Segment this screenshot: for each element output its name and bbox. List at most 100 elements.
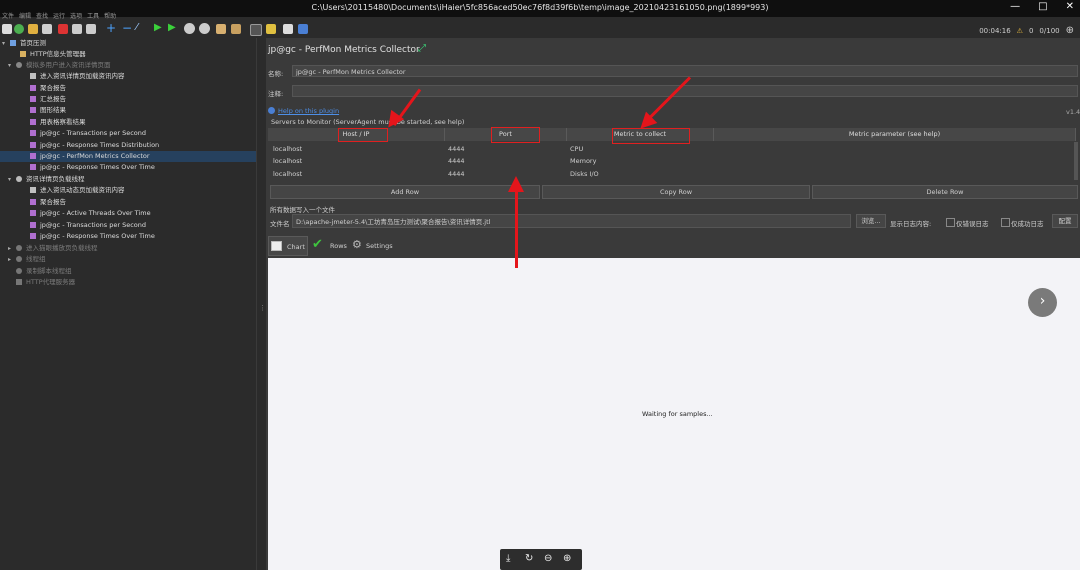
cell-port[interactable]: 4444 bbox=[445, 168, 465, 180]
panel-title: jp@gc - PerfMon Metrics Collector bbox=[268, 45, 420, 55]
tree-node[interactable]: 聚合报告 bbox=[30, 197, 66, 208]
tree-node[interactable]: ▸ 进入猫眼播放页负载线程 bbox=[8, 243, 98, 254]
tree-node[interactable]: HTTP信息头管理器 bbox=[20, 49, 86, 60]
splitter-grip-icon[interactable]: ⋮ bbox=[259, 304, 266, 312]
templates-icon[interactable] bbox=[14, 24, 24, 34]
add-row-button[interactable]: Add Row bbox=[270, 185, 540, 199]
comment-label: 注释: bbox=[268, 90, 284, 98]
delete-row-button[interactable]: Delete Row bbox=[812, 185, 1078, 199]
paste-icon[interactable] bbox=[86, 24, 96, 34]
tab-chart[interactable]: Chart bbox=[268, 236, 308, 256]
clear-icon[interactable] bbox=[216, 24, 226, 34]
viewer-toolbar: ⤓ ↻ ⊖ ⊕ bbox=[500, 549, 582, 570]
file-label: 文件名 bbox=[270, 220, 290, 228]
tree-node[interactable]: ▾ 模拟多用户进入资讯详情页面 bbox=[8, 60, 111, 71]
table-scrollbar[interactable] bbox=[1074, 142, 1078, 180]
copy-row-button[interactable]: Copy Row bbox=[542, 185, 810, 199]
column-header[interactable]: Metric parameter (see help) bbox=[714, 128, 1076, 141]
clear-all-icon[interactable] bbox=[231, 24, 241, 34]
close-icon[interactable]: ✕ bbox=[1066, 1, 1074, 12]
chart-icon bbox=[30, 233, 36, 239]
tree-node[interactable]: 图形结果 bbox=[30, 105, 66, 116]
tab-settings[interactable]: ⚙ Settings bbox=[350, 236, 398, 256]
stop-icon[interactable] bbox=[184, 23, 195, 34]
success-only-label: 仅成功日志 bbox=[1011, 220, 1044, 228]
tree-node[interactable]: 聚合报告 bbox=[30, 83, 66, 94]
chart-icon bbox=[30, 164, 36, 170]
tree-node[interactable]: ▸ 线程组 bbox=[8, 254, 46, 265]
cell-port[interactable]: 4444 bbox=[445, 143, 465, 155]
start-icon[interactable]: ▶ bbox=[154, 22, 162, 33]
browse-button[interactable]: 浏览... bbox=[856, 214, 886, 228]
tree-node[interactable]: ▾ 首页压测 bbox=[2, 38, 46, 49]
success-only-checkbox[interactable] bbox=[1001, 218, 1010, 227]
open-icon[interactable] bbox=[28, 24, 38, 34]
next-arrow-icon[interactable]: › bbox=[1028, 288, 1057, 317]
rotate-icon[interactable]: ↻ bbox=[525, 553, 533, 564]
tree-node-selected[interactable]: jp@gc - PerfMon Metrics Collector bbox=[0, 151, 256, 162]
tree-node[interactable]: ▾ 资讯详情页负载线程 bbox=[8, 174, 85, 185]
cell-metric[interactable]: Disks I/O bbox=[567, 168, 599, 180]
shutdown-icon[interactable] bbox=[199, 23, 210, 34]
tree-node[interactable]: jp@gc - Transactions per Second bbox=[30, 128, 146, 139]
report-icon bbox=[30, 107, 36, 113]
tree-node[interactable]: jp@gc - Transactions per Second bbox=[30, 220, 146, 231]
checkmark-icon: ✔ bbox=[312, 237, 323, 252]
gear-icon: ⚙ bbox=[352, 238, 362, 251]
cell-metric[interactable]: Memory bbox=[567, 155, 596, 167]
download-icon[interactable]: ⤓ bbox=[506, 553, 510, 564]
version-label: v1.4 bbox=[1066, 108, 1080, 116]
tree-node[interactable]: 进入资讯详情页加载资讯内容 bbox=[30, 71, 125, 82]
cell-host[interactable]: localhost bbox=[270, 155, 302, 167]
proxy-icon bbox=[16, 279, 22, 285]
copy-icon[interactable] bbox=[72, 24, 82, 34]
search-icon[interactable] bbox=[266, 24, 276, 34]
cell-host[interactable]: localhost bbox=[270, 143, 302, 155]
zoom-in-icon[interactable]: ⊕ bbox=[563, 553, 571, 564]
tree-node[interactable]: jp@gc - Response Times Over Time bbox=[30, 162, 155, 173]
minimize-icon[interactable]: — bbox=[1010, 1, 1020, 12]
chart-icon bbox=[271, 241, 282, 251]
annotation-arrow bbox=[515, 190, 518, 268]
tree-node[interactable]: 录制脚本线程组 bbox=[16, 266, 72, 277]
cut-icon[interactable] bbox=[58, 24, 68, 34]
comment-field[interactable] bbox=[292, 85, 1078, 97]
info-icon bbox=[268, 107, 275, 114]
file-path-field[interactable]: D:\apache-jmeter-5.4\工坊青岛压力测试\聚合报告\资讯详情页… bbox=[292, 214, 851, 228]
new-icon[interactable] bbox=[2, 24, 12, 34]
help-icon[interactable] bbox=[298, 24, 308, 34]
tree-node[interactable]: jp@gc - Active Threads Over Time bbox=[30, 208, 151, 219]
list-icon[interactable] bbox=[283, 24, 293, 34]
warning-icon[interactable]: ⚠ bbox=[1017, 27, 1023, 35]
tree-node[interactable]: 进入资讯动态页加载资讯内容 bbox=[30, 185, 125, 196]
start-no-pause-icon[interactable]: ▶ bbox=[168, 22, 176, 33]
cell-metric[interactable]: CPU bbox=[567, 143, 583, 155]
chart-icon bbox=[30, 222, 36, 228]
maximize-icon[interactable]: □ bbox=[1038, 1, 1047, 12]
name-field[interactable]: jp@gc - PerfMon Metrics Collector bbox=[292, 65, 1078, 77]
write-all-label: 所有数据写入一个文件 bbox=[270, 206, 335, 214]
gear-icon bbox=[16, 245, 22, 251]
name-label: 名称: bbox=[268, 70, 284, 78]
tree-node[interactable]: 用表格察看结果 bbox=[30, 117, 86, 128]
tree-node[interactable]: HTTP代理服务器 bbox=[16, 277, 75, 288]
expand-arrows-icon[interactable]: ⤢ bbox=[418, 43, 426, 54]
collapse-icon[interactable]: − bbox=[122, 21, 132, 35]
config-button[interactable]: 配置 bbox=[1052, 214, 1078, 228]
zoom-out-icon[interactable]: ⊖ bbox=[544, 553, 552, 564]
tree-node[interactable]: 汇总报告 bbox=[30, 94, 66, 105]
thread-count: 0/100 bbox=[1039, 26, 1060, 35]
tree-node[interactable]: jp@gc - Response Times Distribution bbox=[30, 140, 159, 151]
save-icon[interactable] bbox=[42, 24, 52, 34]
expand-icon[interactable]: + bbox=[106, 21, 116, 35]
tree-node[interactable]: jp@gc - Response Times Over Time bbox=[30, 231, 155, 242]
errors-only-checkbox[interactable] bbox=[946, 218, 955, 227]
toggle-icon[interactable]: ⁄ bbox=[136, 22, 138, 33]
function-helper-icon[interactable] bbox=[250, 24, 262, 36]
cell-port[interactable]: 4444 bbox=[445, 155, 465, 167]
chart-icon bbox=[30, 130, 36, 136]
help-link[interactable]: Help on this plugin bbox=[278, 107, 339, 115]
remote-icon[interactable]: ⊕ bbox=[1066, 25, 1074, 36]
cell-host[interactable]: localhost bbox=[270, 168, 302, 180]
tab-rows[interactable]: ✔ Rows bbox=[310, 236, 348, 256]
